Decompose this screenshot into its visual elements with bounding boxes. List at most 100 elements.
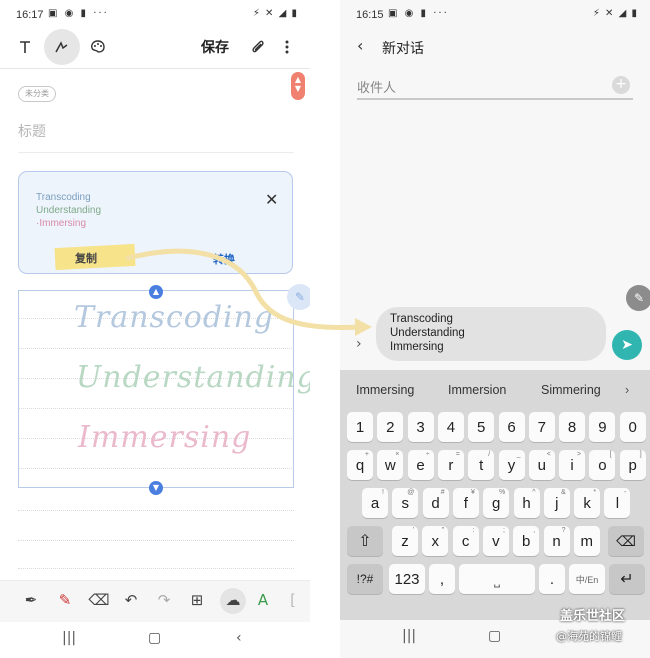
key-5[interactable]: 5 <box>468 412 495 442</box>
key-a-alt: ! <box>382 489 384 496</box>
send-icon[interactable]: ➤ <box>612 330 642 360</box>
key-w[interactable]: w × <box>377 450 404 480</box>
key-v[interactable]: v; <box>482 526 509 556</box>
recents-icon[interactable]: ||| <box>402 628 416 644</box>
copy-button[interactable]: 复制 <box>75 250 97 266</box>
enter-key[interactable]: ↵ <box>609 564 645 594</box>
key-d[interactable]: d # <box>422 488 449 518</box>
more-options-icon[interactable] <box>270 28 304 66</box>
key-8-label: 8 <box>567 418 577 436</box>
key-3[interactable]: 3 <box>407 412 434 442</box>
numbers-key[interactable]: 123 <box>389 564 425 594</box>
key-c-label: c <box>461 532 470 550</box>
key-u[interactable]: u < <box>528 450 555 480</box>
text-convert-icon[interactable]: ⊞ <box>186 591 208 609</box>
key-j-label: j <box>555 494 559 512</box>
key-0[interactable]: 0 <box>619 412 646 442</box>
key-b[interactable]: b, <box>513 526 540 556</box>
key-g[interactable]: g% <box>483 488 510 518</box>
suggestion-2[interactable]: Immersion <box>448 383 506 397</box>
status-bar: 16:17 ▣ ◉ ▮ ··· ⚡ ✕ ◢ ▮ <box>0 0 310 30</box>
key-1[interactable]: 1 <box>347 412 373 442</box>
key-t[interactable]: t / <box>468 450 495 480</box>
symbols-key[interactable]: !?# <box>347 564 383 594</box>
language-key[interactable]: 中/En <box>569 564 605 594</box>
back-arrow-icon[interactable]: ‹ <box>357 36 363 55</box>
key-h[interactable]: h ^ <box>513 488 540 518</box>
key-o[interactable]: o[ <box>589 450 616 480</box>
ruled-line <box>18 510 294 511</box>
space-key[interactable]: ⎵ <box>459 564 535 594</box>
key-a[interactable]: a! <box>362 488 388 518</box>
more-tools-icon[interactable]: [ <box>282 591 304 609</box>
add-recipient-icon[interactable]: + <box>612 76 630 94</box>
recents-icon[interactable]: ||| <box>62 630 76 646</box>
key-q-label: q <box>355 456 365 474</box>
suggestion-3[interactable]: Simmering <box>541 383 601 397</box>
style-text-icon[interactable]: A <box>252 591 274 609</box>
comma-key[interactable]: , <box>429 564 455 594</box>
key-o-alt: [ <box>609 451 612 458</box>
key-j[interactable]: j & <box>543 488 570 518</box>
key-y[interactable]: y _ <box>498 450 525 480</box>
selection-top-handle[interactable]: ▲ <box>149 285 163 299</box>
period-key[interactable]: . <box>539 564 565 594</box>
key-x[interactable]: x " <box>422 526 449 556</box>
key-q-alt: + <box>364 451 369 458</box>
key-6[interactable]: 6 <box>498 412 525 442</box>
suggestion-1[interactable]: Immersing <box>356 383 414 397</box>
key-p[interactable]: p] <box>619 450 646 480</box>
title-field[interactable]: 标题 <box>18 121 46 141</box>
suggestions-more-icon[interactable]: › <box>625 383 629 397</box>
highlighter-icon[interactable]: ✎ <box>54 591 76 609</box>
key-o-label: o <box>598 456 607 474</box>
selection-bottom-handle[interactable]: ▼ <box>149 481 163 495</box>
undo-icon[interactable]: ↶ <box>120 591 142 609</box>
close-icon[interactable]: ✕ <box>265 190 278 209</box>
scroll-handle[interactable]: ▲ ▼ <box>291 72 305 100</box>
eraser-icon[interactable]: ⌫ <box>88 591 110 609</box>
pen-star-icon[interactable]: ✒ <box>20 591 42 609</box>
key-i-label: i <box>570 456 574 474</box>
key-2[interactable]: 2 <box>377 412 404 442</box>
key-q[interactable]: q + <box>347 450 373 480</box>
message-input[interactable]: Transcoding Understanding Immersing <box>376 307 606 361</box>
key-s[interactable]: s @ <box>392 488 419 518</box>
comma-key-label: , <box>439 570 445 588</box>
palette-icon[interactable] <box>81 28 115 66</box>
key-i[interactable]: i > <box>559 450 586 480</box>
edit-pen-icon[interactable]: ✎ <box>626 285 650 311</box>
key-s-alt: @ <box>407 489 415 496</box>
save-button[interactable]: 保存 <box>201 37 229 57</box>
key-j-alt: & <box>561 489 566 496</box>
back-icon[interactable]: ‹ <box>236 630 242 646</box>
edit-pen-icon[interactable]: ✎ <box>287 284 310 310</box>
shift-key[interactable]: ⇧ <box>347 526 383 556</box>
key-l[interactable]: l- <box>604 488 631 518</box>
key-e[interactable]: e ÷ <box>407 450 434 480</box>
category-chip[interactable]: 未分类 <box>18 86 56 102</box>
recognized-line-1: Transcoding <box>36 192 91 203</box>
key-w-alt: × <box>395 451 400 458</box>
key-9[interactable]: 9 <box>589 412 616 442</box>
key-8[interactable]: 8 <box>559 412 586 442</box>
key-f[interactable]: f ¥ <box>452 488 479 518</box>
lasso-icon[interactable]: ☁ <box>222 591 244 609</box>
redo-icon[interactable]: ↷ <box>153 591 175 609</box>
key-c[interactable]: c: <box>452 526 479 556</box>
key-r[interactable]: r = <box>437 450 464 480</box>
key-k[interactable]: k * <box>574 488 601 518</box>
home-icon[interactable]: ▢ <box>148 630 161 646</box>
key-7[interactable]: 7 <box>528 412 555 442</box>
backspace-key[interactable]: ⌫ <box>608 526 644 556</box>
home-icon[interactable]: ▢ <box>488 628 501 644</box>
pen-mode-icon[interactable] <box>45 28 79 66</box>
recipient-input[interactable]: 收件人 <box>357 77 396 96</box>
key-n[interactable]: n? <box>543 526 570 556</box>
key-z[interactable]: z ' <box>392 526 418 556</box>
convert-button[interactable]: 转换 <box>213 251 235 267</box>
key-4[interactable]: 4 <box>437 412 464 442</box>
key-m[interactable]: m <box>573 526 600 556</box>
text-mode-icon[interactable] <box>8 28 42 66</box>
expand-chevron-icon[interactable]: › <box>356 336 362 352</box>
